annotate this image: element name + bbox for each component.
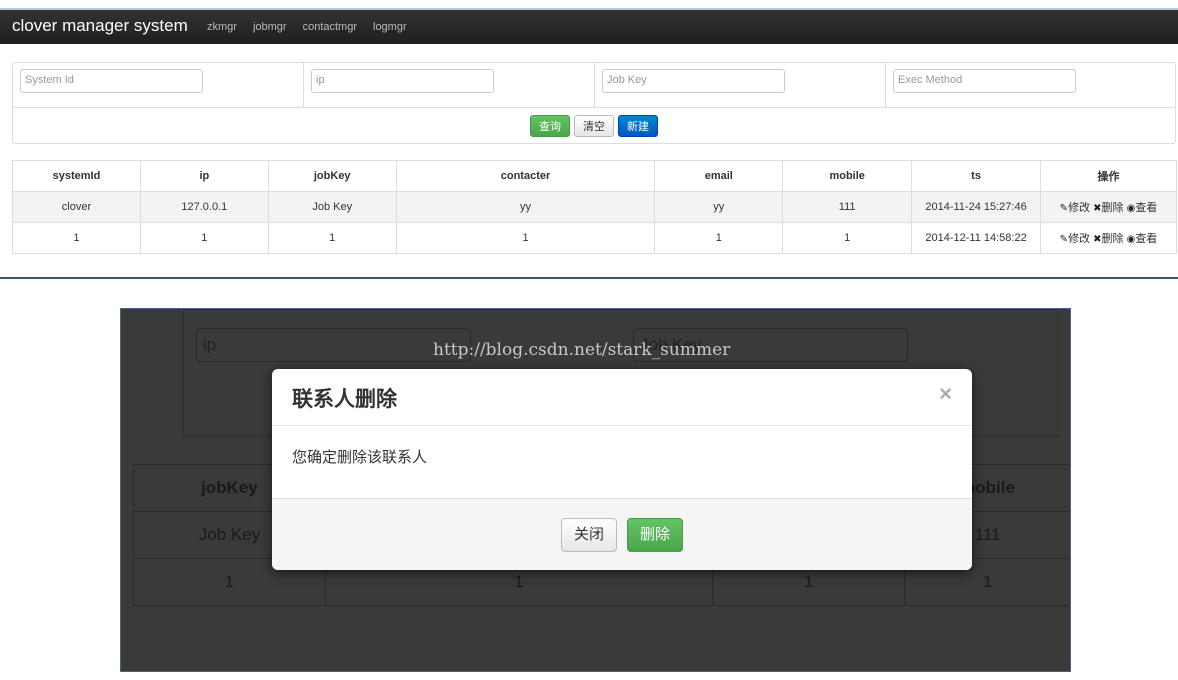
search-cell: ip xyxy=(304,63,595,107)
delete-icon: ✖ xyxy=(1093,203,1102,214)
col-header-mobile: mobile xyxy=(782,160,913,192)
table-cell: yy xyxy=(395,191,656,223)
col-header-contacter: contacter xyxy=(395,160,656,192)
table-row: clover 127.0.0.1 Job Key yy yy 111 2014-… xyxy=(12,191,1178,223)
nav-link-jobmgr[interactable]: jobmgr xyxy=(253,21,287,33)
new-button[interactable]: 新建 xyxy=(618,115,658,137)
eye-icon: ◉ xyxy=(1126,203,1136,214)
col-header-jobkey: jobKey xyxy=(267,160,397,192)
table-row: 1 1 1 1 1 1 2014-12-11 14:58:22 ✎修改 ✖删除 … xyxy=(12,222,1178,254)
table-cell: 127.0.0.1 xyxy=(139,191,269,223)
table-cell: yy xyxy=(654,191,784,223)
search-panel: System Id ip Job Key Exec Method 查询 清空 新… xyxy=(12,62,1176,144)
search-cell: Exec Method xyxy=(886,63,1177,107)
edit-link[interactable]: 修改 xyxy=(1068,233,1090,245)
screenshot-divider xyxy=(0,277,1178,279)
table-header-row: systemId ip jobKey contacter email mobil… xyxy=(12,160,1178,192)
nav-link-contactmgr[interactable]: contactmgr xyxy=(303,21,357,33)
nav-links: zkmgr jobmgr contactmgr logmgr xyxy=(207,21,407,33)
table-cell: 2014-11-24 15:27:46 xyxy=(911,191,1041,223)
table-cell: 1 xyxy=(267,222,397,254)
table-cell: 1 xyxy=(395,222,656,254)
table-cell: 1 xyxy=(12,222,141,254)
table-cell: clover xyxy=(12,191,141,223)
table-cell: Job Key xyxy=(267,191,397,223)
search-cell: System Id xyxy=(13,63,304,107)
brand-title[interactable]: clover manager system xyxy=(12,16,188,36)
delete-contact-modal: 联系人删除 × 您确定删除该联系人 关闭 删除 xyxy=(272,369,972,570)
search-fields-row: System Id ip Job Key Exec Method xyxy=(13,63,1175,108)
row-actions: ✎修改 ✖删除 ◉查看 xyxy=(1039,222,1178,254)
close-button[interactable]: 关闭 xyxy=(560,518,617,552)
confirm-delete-button[interactable]: 删除 xyxy=(627,518,684,552)
system-id-input[interactable]: System Id xyxy=(20,69,203,93)
table-cell: 1 xyxy=(139,222,269,254)
nav-link-logmgr[interactable]: logmgr xyxy=(373,21,407,33)
edit-icon: ✎ xyxy=(1059,234,1069,245)
navbar: clover manager system zkmgr jobmgr conta… xyxy=(0,8,1178,44)
job-key-input[interactable]: Job Key xyxy=(602,69,785,93)
col-header-ts: ts xyxy=(911,160,1041,192)
modal-footer: 关闭 删除 xyxy=(272,498,972,570)
delete-link[interactable]: 删除 xyxy=(1102,233,1124,245)
clear-button[interactable]: 清空 xyxy=(574,115,614,137)
eye-icon: ◉ xyxy=(1126,234,1136,245)
modal-title: 联系人删除 xyxy=(292,388,397,411)
table-cell: 2014-12-11 14:58:22 xyxy=(911,222,1041,254)
table-cell: 1 xyxy=(782,222,913,254)
watermark-text: http://blog.csdn.net/stark_summer xyxy=(433,340,731,360)
delete-link[interactable]: 删除 xyxy=(1102,202,1124,214)
modal-body: 您确定删除该联系人 xyxy=(272,426,972,498)
view-link[interactable]: 查看 xyxy=(1135,233,1157,245)
col-header-ip: ip xyxy=(139,160,269,192)
ip-input[interactable]: ip xyxy=(311,69,494,93)
table-cell: 111 xyxy=(782,191,913,223)
modal-message: 您确定删除该联系人 xyxy=(292,449,428,466)
edit-link[interactable]: 修改 xyxy=(1068,202,1090,214)
edit-icon: ✎ xyxy=(1059,203,1069,214)
contact-table: systemId ip jobKey contacter email mobil… xyxy=(12,160,1178,254)
col-header-systemid: systemId xyxy=(12,160,141,192)
modal-header: 联系人删除 × xyxy=(272,369,972,426)
row-actions: ✎修改 ✖删除 ◉查看 xyxy=(1039,191,1178,223)
table-cell: 1 xyxy=(654,222,784,254)
exec-method-input[interactable]: Exec Method xyxy=(893,69,1076,93)
nav-link-zkmgr[interactable]: zkmgr xyxy=(207,21,237,33)
close-icon[interactable]: × xyxy=(939,381,952,407)
query-button[interactable]: 查询 xyxy=(530,115,570,137)
search-button-row: 查询 清空 新建 xyxy=(13,115,1175,137)
bg-ip-input: ip xyxy=(196,328,471,362)
view-link[interactable]: 查看 xyxy=(1135,202,1157,214)
delete-icon: ✖ xyxy=(1093,234,1102,245)
col-header-actions: 操作 xyxy=(1039,160,1178,192)
col-header-email: email xyxy=(654,160,784,192)
search-cell: Job Key xyxy=(595,63,886,107)
